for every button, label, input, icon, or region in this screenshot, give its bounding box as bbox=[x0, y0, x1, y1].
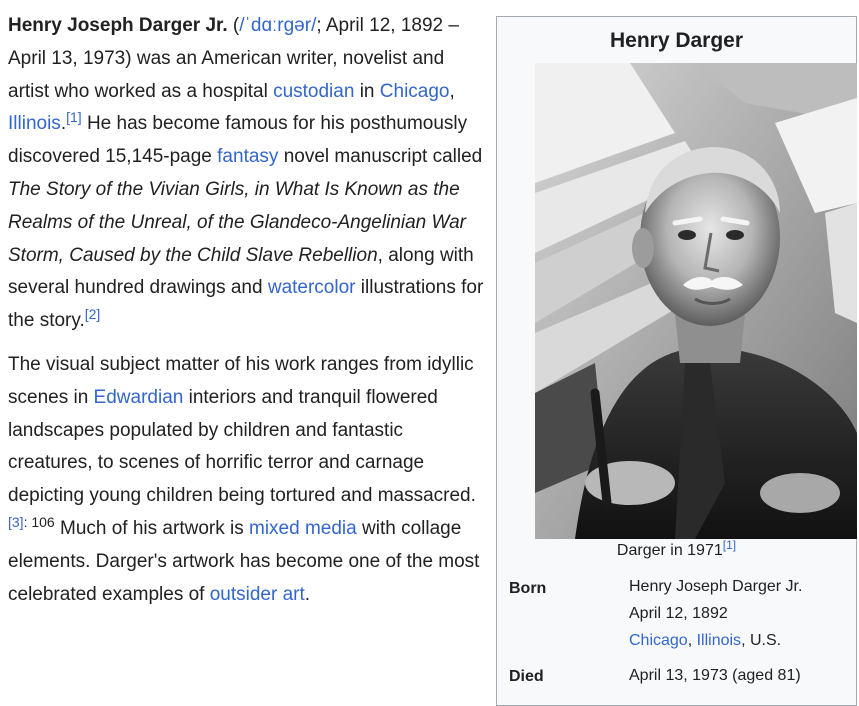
born-value: Henry Joseph Darger Jr. April 12, 1892 C… bbox=[629, 573, 802, 654]
born-full-name: Henry Joseph Darger Jr. bbox=[629, 578, 803, 595]
died-label: Died bbox=[509, 668, 544, 685]
reference-2[interactable]: [2] bbox=[85, 306, 101, 322]
ipa-pronunciation-link[interactable]: /ˈdɑːrɡər/ bbox=[239, 15, 316, 36]
link-custodian[interactable]: custodian bbox=[273, 81, 354, 102]
lead-paragraph: Henry Joseph Darger Jr. (/ˈdɑːrɡər/; Apr… bbox=[8, 15, 484, 332]
portrait-image bbox=[535, 63, 857, 539]
second-paragraph: The visual subject matter of his work ra… bbox=[8, 353, 480, 605]
born-label: Born bbox=[509, 580, 547, 597]
link-outsider-art[interactable]: outsider art bbox=[210, 584, 305, 605]
reference-1[interactable]: [1] bbox=[66, 109, 82, 125]
link-illinois[interactable]: Illinois bbox=[8, 113, 61, 134]
link-watercolor[interactable]: watercolor bbox=[268, 277, 356, 298]
reference-3[interactable]: [3] bbox=[8, 514, 24, 530]
born-date: April 12, 1892 bbox=[629, 605, 728, 622]
subject-name: Henry Joseph Darger Jr. bbox=[8, 15, 228, 36]
caption-reference-1[interactable]: [1] bbox=[723, 538, 736, 552]
article-body: Henry Joseph Darger Jr. (/ˈdɑːrɡər/; Apr… bbox=[8, 10, 486, 611]
born-link-illinois[interactable]: Illinois bbox=[697, 632, 741, 649]
died-date: April 13, 1973 (aged 81) bbox=[629, 667, 801, 684]
link-chicago[interactable]: Chicago bbox=[380, 81, 450, 102]
infobox: Henry Darger Darger in 1971[1] Born Henr… bbox=[496, 16, 857, 706]
page-number: : 106 bbox=[23, 513, 55, 530]
photo-caption: Darger in 1971[1] bbox=[616, 538, 737, 559]
link-mixed-media[interactable]: mixed media bbox=[249, 518, 357, 539]
link-edwardian[interactable]: Edwardian bbox=[94, 387, 184, 408]
born-link-chicago[interactable]: Chicago bbox=[629, 632, 688, 649]
infobox-title: Henry Darger bbox=[609, 29, 744, 52]
born-place: Chicago, Illinois, U.S. bbox=[629, 632, 782, 649]
link-fantasy[interactable]: fantasy bbox=[217, 146, 278, 167]
portrait-photo[interactable] bbox=[535, 63, 857, 539]
